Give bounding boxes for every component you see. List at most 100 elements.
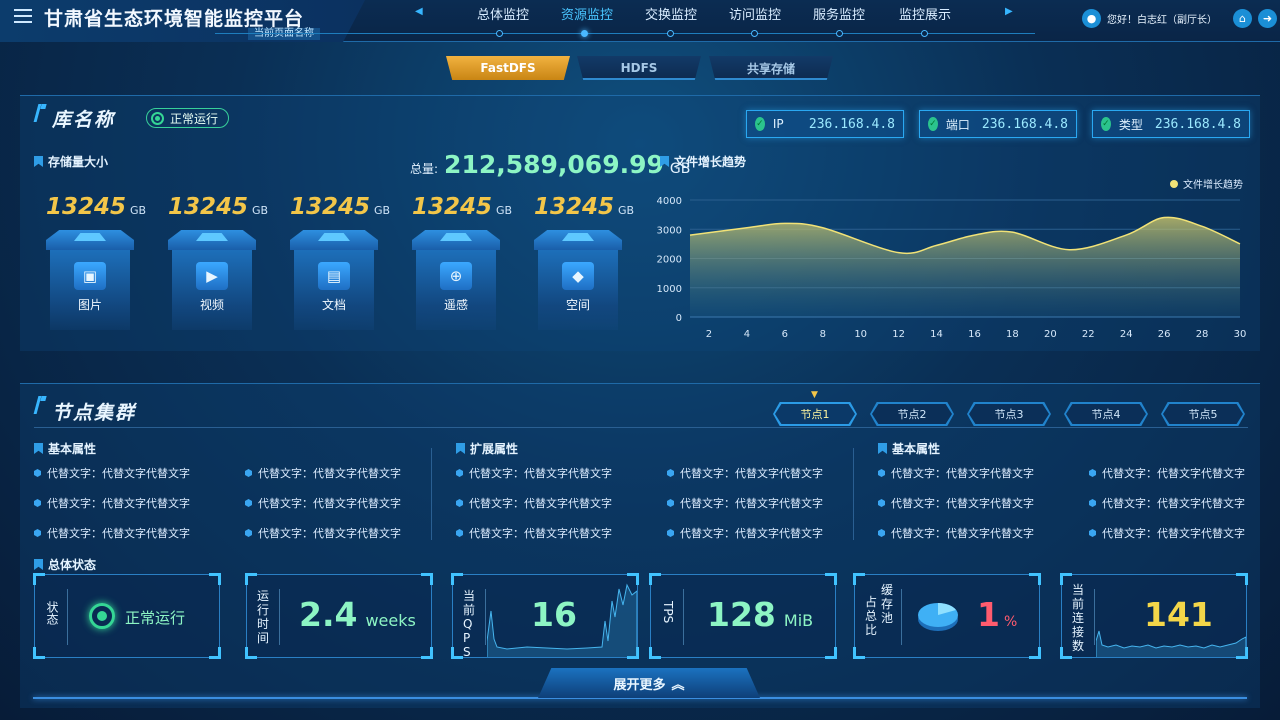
- attr-item: 代替文字：代替文字代替文字: [34, 465, 190, 481]
- home-icon[interactable]: ⌂: [1233, 8, 1252, 28]
- growth-trend-chart: 010002000300040002 4 6 8 10 12 14 16 18 20 22 24 26 2…: [657, 196, 1247, 340]
- tab-node-5[interactable]: 节点5: [1161, 402, 1245, 426]
- type-info: ✓ 类型 236.168.4.8: [1092, 110, 1250, 138]
- type-label: 类型: [1118, 117, 1143, 132]
- flag-icon: [34, 443, 43, 454]
- state-label: 状态: [45, 601, 59, 625]
- total-value: 212,589,069.99: [444, 150, 664, 179]
- series-area: [690, 217, 1240, 317]
- card-value: 13245 GB: [46, 194, 147, 220]
- storage-card-document[interactable]: 13245 GB ▤ 文档: [290, 194, 390, 330]
- attr-item: 代替文字：代替文字代替文字: [245, 495, 401, 511]
- top-bar: 甘肃省生态环境智能监控平台 当前页面名称 ◀ 总体监控 资源监控 交换监控 访问…: [0, 0, 1280, 42]
- tab-node-1[interactable]: 节点1: [773, 402, 857, 426]
- chevron-up-icon: ︽: [671, 677, 685, 693]
- port-info: ✓ 端口 236.168.4.8: [919, 110, 1077, 138]
- user-area: ● 您好！白志红（副厅长） ⌂ ➜: [1082, 8, 1277, 28]
- nav-left-arrow-icon[interactable]: ◀: [415, 6, 423, 17]
- nav-item-display[interactable]: 监控展示: [899, 4, 951, 23]
- flag-icon: [34, 559, 43, 570]
- tps-label: TPS: [661, 601, 675, 624]
- nav-item-access[interactable]: 访问监控: [729, 4, 781, 23]
- basic-attrs-title: 基本属性: [34, 440, 96, 457]
- storage-size-label: 存储量大小: [34, 153, 108, 170]
- y-tick-label: 0: [676, 313, 682, 324]
- logout-icon[interactable]: ➜: [1258, 8, 1277, 28]
- legend-marker: [1170, 179, 1178, 188]
- x-tick-label: 6: [782, 329, 788, 340]
- tab-node-2[interactable]: 节点2: [870, 402, 954, 426]
- tab-fastdfs[interactable]: FastDFS: [446, 56, 570, 80]
- nav-dot: [751, 30, 758, 37]
- cache-value: 1%: [977, 595, 1018, 634]
- attr-item: 代替文字：代替文字代替文字: [456, 525, 612, 541]
- storage-card-video[interactable]: 13245 GB ▶ 视频: [168, 194, 268, 330]
- tab-shared-storage[interactable]: 共享存储: [709, 56, 833, 80]
- menu-icon[interactable]: [14, 9, 32, 23]
- tab-hdfs[interactable]: HDFS: [577, 56, 701, 80]
- nav-right-arrow-icon[interactable]: ▶: [1005, 6, 1013, 17]
- legend-label: 文件增长趋势: [1183, 180, 1243, 191]
- type-value: 236.168.4.8: [1154, 116, 1241, 132]
- pie-chart-icon: [918, 603, 958, 631]
- storage-card-image[interactable]: 13245 GB ▣ 图片: [46, 194, 146, 330]
- attr-item: 代替文字：代替文字代替文字: [456, 465, 612, 481]
- brand-area: 甘肃省生态环境智能监控平台 当前页面名称: [0, 0, 365, 42]
- qps-value: 16: [531, 595, 577, 634]
- cache-ratio-label: 占总比: [865, 595, 878, 637]
- nav-dot-active: [581, 30, 588, 37]
- nav-dot: [496, 30, 503, 37]
- tab-node-4[interactable]: 节点4: [1064, 402, 1148, 426]
- cube-icon: ◆: [562, 262, 594, 290]
- y-tick-label: 4000: [657, 196, 682, 207]
- x-tick-label: 4: [744, 329, 750, 340]
- total-label: 总量:: [410, 162, 439, 176]
- chart-legend[interactable]: 文件增长趋势: [1170, 176, 1243, 191]
- x-tick-label: 18: [1006, 329, 1019, 340]
- node-panel: [20, 383, 1260, 708]
- expand-more-button[interactable]: 展开更多 ︽: [538, 668, 760, 698]
- title-mark-icon: [33, 396, 48, 414]
- card-label: 图片: [77, 298, 102, 312]
- library-status-text: 正常运行: [170, 111, 219, 126]
- status-ok-icon: [89, 603, 115, 629]
- y-tick-label: 1000: [657, 284, 682, 295]
- attr-item: 代替文字：代替文字代替文字: [456, 495, 612, 511]
- qps-label: 当前QPS: [463, 589, 476, 659]
- nav-dot: [921, 30, 928, 37]
- storage-card-space[interactable]: 13245 GB ◆ 空间: [534, 194, 634, 330]
- basic-attrs-title-2: 基本属性: [878, 440, 940, 457]
- y-tick-label: 2000: [657, 255, 682, 266]
- expand-more-label: 展开更多: [613, 677, 666, 693]
- x-tick-label: 16: [968, 329, 981, 340]
- extended-attrs-title: 扩展属性: [456, 440, 518, 457]
- attr-item: 代替文字：代替文字代替文字: [878, 525, 1034, 541]
- page-name: 当前页面名称: [248, 28, 320, 40]
- attr-item: 代替文字：代替文字代替文字: [245, 465, 401, 481]
- nav-dot: [836, 30, 843, 37]
- node-cluster-title: 节点集群: [52, 402, 137, 424]
- nav-item-overall[interactable]: 总体监控: [477, 4, 529, 23]
- check-icon: ✓: [928, 117, 938, 131]
- x-tick-label: 12: [892, 329, 905, 340]
- user-avatar-icon[interactable]: ●: [1082, 8, 1101, 28]
- nav-item-service[interactable]: 服务监控: [813, 4, 865, 23]
- state-value: 正常运行: [125, 609, 186, 627]
- storage-card-remote-sensing[interactable]: 13245 GB ⊕ 遥感: [412, 194, 512, 330]
- check-icon: ✓: [1101, 117, 1111, 131]
- x-tick-label: 26: [1158, 329, 1171, 340]
- main-nav: ◀ 总体监控 资源监控 交换监控 访问监控 服务监控 监控展示 ▶: [400, 0, 1040, 42]
- nav-item-exchange[interactable]: 交换监控: [645, 4, 697, 23]
- attr-item: 代替文字：代替文字代替文字: [878, 495, 1034, 511]
- attr-item: 代替文字：代替文字代替文字: [667, 495, 823, 511]
- nav-item-resource[interactable]: 资源监控: [561, 4, 613, 23]
- status-box-state: 状态 正常运行: [33, 573, 221, 659]
- uptime-value: 2.4 weeks: [299, 595, 416, 634]
- uptime-label: 运行时间: [257, 589, 270, 645]
- tab-node-3[interactable]: 节点3: [967, 402, 1051, 426]
- x-tick-label: 10: [854, 329, 867, 340]
- status-box-tps: TPS 128 MiB: [649, 573, 837, 659]
- card-label: 空间: [565, 298, 590, 312]
- attr-item: 代替文字：代替文字代替文字: [34, 495, 190, 511]
- storage-total: 总量: 212,589,069.99 GB: [410, 150, 690, 179]
